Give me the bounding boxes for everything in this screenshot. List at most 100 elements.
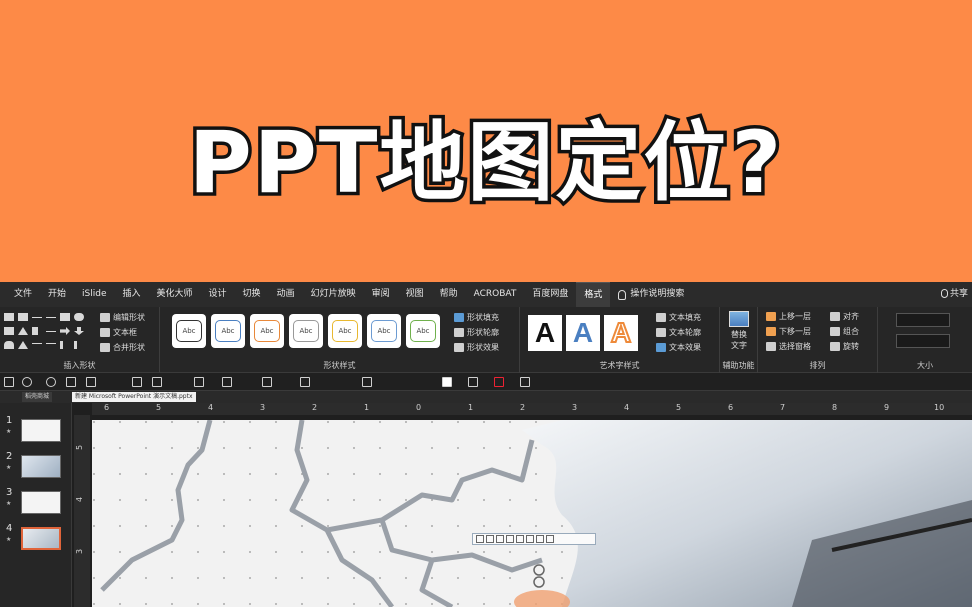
slide-star-icon: ★ bbox=[6, 428, 12, 435]
merge-shapes-button[interactable]: 合并形状 bbox=[100, 342, 145, 353]
powerpoint-window: 文件 开始 iSlide 插入 美化大师 设计 切换 动画 幻灯片放映 审阅 视… bbox=[0, 282, 972, 607]
shape-effects-button[interactable]: 形状效果 bbox=[454, 342, 499, 353]
align-right-icon[interactable] bbox=[496, 535, 504, 543]
ruler-tick: 4 bbox=[75, 496, 85, 503]
undo-icon[interactable] bbox=[22, 377, 32, 387]
shape-style-6[interactable]: Abc bbox=[367, 314, 401, 348]
vertical-ruler: 5 4 3 bbox=[74, 415, 90, 607]
ruler-tick: 9 bbox=[884, 403, 890, 412]
text-fill-button[interactable]: 文本填充 bbox=[656, 312, 701, 323]
fill-color-icon[interactable] bbox=[442, 377, 452, 387]
distribute-v-icon[interactable] bbox=[300, 377, 310, 387]
video-banner: PPT地图定位? bbox=[0, 0, 972, 282]
group-shape-styles: Abc Abc Abc Abc Abc Abc Abc 形状填充 形状轮廓 形状… bbox=[160, 307, 520, 373]
tab-insert[interactable]: 插入 bbox=[115, 282, 149, 307]
tab-review[interactable]: 审阅 bbox=[364, 282, 398, 307]
tab-islide[interactable]: iSlide bbox=[74, 282, 114, 307]
slide-star-icon: ★ bbox=[6, 500, 12, 507]
group-label-accessibility: 辅助功能 bbox=[722, 361, 755, 370]
doc-tab-shop[interactable]: 稻壳商城 bbox=[22, 392, 53, 402]
ruler-tick: 3 bbox=[75, 548, 85, 555]
tell-me-search[interactable]: 操作说明搜索 bbox=[610, 282, 692, 307]
tab-help[interactable]: 帮助 bbox=[432, 282, 466, 307]
send-back-icon[interactable] bbox=[362, 377, 372, 387]
tab-acrobat[interactable]: ACROBAT bbox=[466, 282, 525, 307]
slide-thumbnail-4[interactable] bbox=[21, 527, 61, 550]
send-backward-button[interactable]: 下移一层 bbox=[766, 326, 811, 337]
text-outline-button[interactable]: 文本轮廓 bbox=[656, 327, 701, 338]
shapes-icon[interactable] bbox=[86, 377, 96, 387]
redo-icon[interactable] bbox=[46, 377, 56, 387]
rotate-button[interactable]: 旋转 bbox=[830, 341, 859, 352]
tab-home[interactable]: 开始 bbox=[40, 282, 74, 307]
group-accessibility: 替换 文字 辅助功能 bbox=[720, 307, 758, 373]
tab-baidu-netdisk[interactable]: 百度网盘 bbox=[524, 282, 576, 307]
user-icon bbox=[940, 289, 948, 298]
align-center-icon[interactable] bbox=[486, 535, 494, 543]
tab-file[interactable]: 文件 bbox=[6, 282, 40, 307]
shape-style-5[interactable]: Abc bbox=[328, 314, 362, 348]
tab-design[interactable]: 设计 bbox=[201, 282, 235, 307]
align-button[interactable]: 对齐 bbox=[830, 311, 859, 322]
tab-view[interactable]: 视图 bbox=[398, 282, 432, 307]
slide-thumbnail-3[interactable] bbox=[21, 491, 61, 514]
tab-slideshow[interactable]: 幻灯片放映 bbox=[303, 282, 364, 307]
tab-transitions[interactable]: 切换 bbox=[235, 282, 269, 307]
ruler-tick: 1 bbox=[468, 403, 474, 412]
group-button[interactable]: 组合 bbox=[830, 326, 859, 337]
bring-forward-button[interactable]: 上移一层 bbox=[766, 311, 811, 322]
distribute-v-icon[interactable] bbox=[546, 535, 554, 543]
shape-fill-button[interactable]: 形状填充 bbox=[454, 312, 499, 323]
width-field[interactable] bbox=[896, 334, 950, 348]
align-icon bbox=[830, 312, 840, 321]
align-middle-icon[interactable] bbox=[516, 535, 524, 543]
wordart-style-blue[interactable]: A bbox=[566, 315, 600, 351]
distribute-icon[interactable] bbox=[262, 377, 272, 387]
shape-outline-button[interactable]: 形状轮廓 bbox=[454, 327, 499, 338]
wordart-style-orange[interactable]: A bbox=[604, 315, 638, 351]
floating-align-toolbar[interactable] bbox=[472, 533, 596, 545]
shape-style-3[interactable]: Abc bbox=[250, 314, 284, 348]
doc-tab-presentation[interactable]: 新建 Microsoft PowerPoint 演示文稿.pptx bbox=[72, 392, 196, 402]
edit-shape-button[interactable]: 编辑形状 bbox=[100, 312, 145, 323]
picture-icon bbox=[729, 311, 749, 327]
shape-gallery[interactable] bbox=[4, 313, 88, 353]
font-color-icon[interactable] bbox=[494, 377, 504, 387]
tab-animations[interactable]: 动画 bbox=[269, 282, 303, 307]
save-icon[interactable] bbox=[4, 377, 14, 387]
slide-number: 1 bbox=[6, 415, 13, 426]
align-center-icon[interactable] bbox=[222, 377, 232, 387]
align-left-icon[interactable] bbox=[476, 535, 484, 543]
layout-icon[interactable] bbox=[152, 377, 162, 387]
text-effects-button[interactable]: 文本效果 bbox=[656, 342, 701, 353]
star-icon[interactable] bbox=[194, 377, 204, 387]
align-left-icon[interactable] bbox=[132, 377, 142, 387]
tab-beautify[interactable]: 美化大师 bbox=[149, 282, 201, 307]
height-field[interactable] bbox=[896, 313, 950, 327]
tab-format[interactable]: 格式 bbox=[576, 282, 611, 307]
shape-style-7[interactable]: Abc bbox=[406, 314, 440, 348]
share-button[interactable]: 共享 bbox=[940, 282, 968, 307]
selection-pane-button[interactable]: 选择窗格 bbox=[766, 341, 811, 352]
align-bottom-icon[interactable] bbox=[526, 535, 534, 543]
text-effects-icon bbox=[656, 343, 666, 352]
distribute-h-icon[interactable] bbox=[536, 535, 544, 543]
shape-style-1[interactable]: Abc bbox=[172, 314, 206, 348]
shape-style-2[interactable]: Abc bbox=[211, 314, 245, 348]
format-painter-icon[interactable] bbox=[66, 377, 76, 387]
ruler-tick: 6 bbox=[728, 403, 734, 412]
slide-canvas[interactable] bbox=[92, 420, 972, 607]
ruler-tick: 3 bbox=[260, 403, 266, 412]
shape-style-4[interactable]: Abc bbox=[289, 314, 323, 348]
slide-thumbnail-1[interactable] bbox=[21, 419, 61, 442]
outline-color-icon[interactable] bbox=[468, 377, 478, 387]
ruler-tick: 10 bbox=[934, 403, 945, 412]
ruler-tick: 5 bbox=[75, 444, 85, 451]
align-top-icon[interactable] bbox=[506, 535, 514, 543]
highlight-icon[interactable] bbox=[520, 377, 530, 387]
wordart-style-black[interactable]: A bbox=[528, 315, 562, 351]
slide-thumbnail-2[interactable] bbox=[21, 455, 61, 478]
text-box-button[interactable]: 文本框 bbox=[100, 327, 137, 338]
alt-text-button[interactable]: 替换 文字 bbox=[726, 311, 752, 351]
group-label-size: 大小 bbox=[917, 361, 933, 370]
